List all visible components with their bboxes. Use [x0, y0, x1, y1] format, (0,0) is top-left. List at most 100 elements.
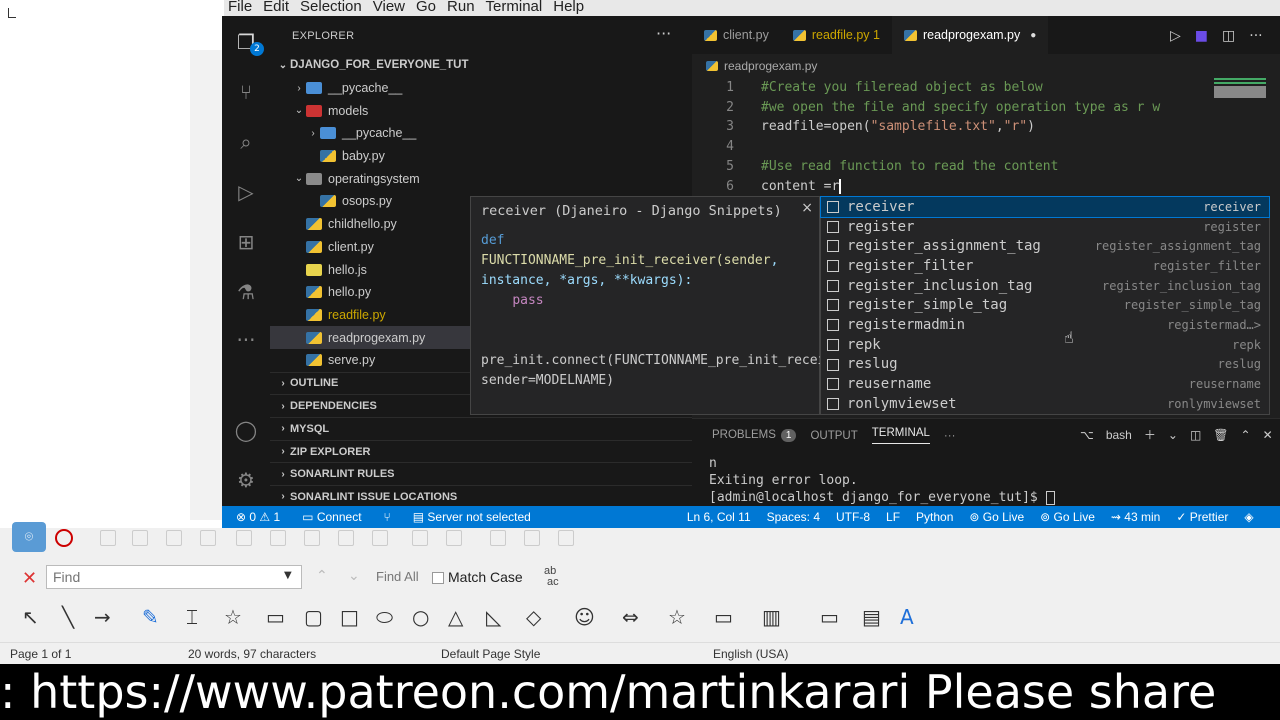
merge-icon[interactable] — [338, 530, 354, 546]
protect-icon[interactable] — [372, 530, 388, 546]
menu-view[interactable]: View — [373, 0, 412, 15]
star-icon[interactable]: ☆ — [668, 605, 686, 629]
find-all-button[interactable]: Find All — [376, 569, 419, 584]
tree-item[interactable]: › __pycache__ — [270, 122, 692, 145]
menu-terminal[interactable]: Terminal — [486, 0, 550, 15]
find-next-icon[interactable]: ⌄ — [348, 568, 360, 584]
editor-tab[interactable]: readprogexam.py ● — [891, 16, 1049, 54]
match-case-checkbox[interactable] — [432, 572, 444, 584]
notifications-icon[interactable]: ◈ — [1236, 510, 1261, 524]
page-count[interactable]: Page 1 of 1 — [10, 647, 71, 661]
find-history-dropdown-icon[interactable]: ▼ — [284, 570, 292, 581]
record-icon[interactable] — [55, 529, 73, 547]
maximize-panel-icon[interactable]: ⌃ — [1241, 428, 1251, 442]
minimap[interactable] — [1214, 78, 1266, 98]
word-count[interactable]: 20 words, 97 characters — [188, 647, 316, 661]
accept-all-icon[interactable] — [236, 530, 252, 546]
status-server[interactable]: ▤ Server not selected — [405, 510, 539, 524]
filter-icon[interactable] — [524, 530, 540, 546]
explorer-more-icon[interactable]: ··· — [656, 24, 671, 43]
suggestion-item[interactable]: registermadmin registermad…> — [821, 315, 1269, 335]
split-terminal-icon[interactable]: ◫ — [1190, 428, 1201, 442]
menu-selection[interactable]: Selection — [300, 0, 369, 15]
status-eol[interactable]: LF — [878, 510, 908, 524]
extensions-icon[interactable]: ⊞ — [234, 230, 258, 254]
status-problems[interactable]: ⊗ 0 ⚠ 1 — [228, 510, 288, 524]
callout-icon[interactable]: ▭ — [714, 605, 733, 629]
reject-icon[interactable] — [200, 530, 216, 546]
next-change-icon[interactable] — [132, 530, 148, 546]
workspace-root[interactable]: ⌄ DJANGO_FOR_EVERYONE_TUT — [270, 54, 692, 77]
sidebar-section[interactable]: › SONARLINT ISSUE LOCATIONS — [270, 485, 692, 508]
tree-item[interactable]: ⌄ models — [270, 99, 692, 122]
more-icon[interactable]: ··· — [234, 328, 258, 352]
tab-terminal[interactable]: TERMINAL — [871, 427, 930, 444]
run-debug-icon[interactable]: ▷ — [234, 180, 258, 204]
suggestion-item[interactable]: register_simple_tag register_simple_tag — [821, 295, 1269, 315]
menu-go[interactable]: Go — [416, 0, 443, 15]
diamond-icon[interactable]: ◇ — [526, 605, 541, 629]
suggestion-item[interactable]: ronlymviewset ronlymviewset — [821, 394, 1269, 414]
suggestion-item[interactable]: reusername reusername — [821, 374, 1269, 394]
circle-icon[interactable]: ○ — [412, 605, 429, 629]
split-editor-icon[interactable]: ◫ — [1222, 28, 1235, 44]
status-timer[interactable]: ⇝ 43 min — [1103, 510, 1168, 524]
pin-icon[interactable]: ⌾ — [12, 522, 46, 552]
find-input[interactable] — [46, 565, 302, 589]
tab-output[interactable]: OUTPUT — [810, 430, 857, 442]
tree-item[interactable]: › __pycache__ — [270, 77, 692, 100]
insert-textbox-icon[interactable]: ▤ — [862, 605, 881, 629]
source-control-icon[interactable]: ⑂ — [234, 80, 258, 104]
settings-gear-icon[interactable]: ⚙ — [234, 468, 258, 492]
block-arrow-icon[interactable]: ⇔ — [622, 605, 639, 629]
run-icon[interactable]: ▷ — [1170, 28, 1181, 44]
document-compare-icon[interactable] — [558, 530, 574, 546]
menu-file[interactable]: File — [228, 0, 259, 15]
suggestion-item[interactable]: register_assignment_tag register_assignme… — [821, 236, 1269, 256]
tree-item[interactable]: ⌄ operatingsystem — [270, 167, 692, 190]
status-branch-icon[interactable]: ⑂ — [376, 510, 399, 524]
accept-icon[interactable] — [166, 530, 182, 546]
status-connect[interactable]: ▭ Connect — [294, 510, 369, 524]
language[interactable]: English (USA) — [713, 647, 788, 661]
editor-tab[interactable]: client.py — [692, 16, 781, 54]
flowchart-icon[interactable]: ▥ — [762, 605, 781, 629]
trash-icon[interactable]: 🗑 — [1213, 428, 1228, 442]
breadcrumb[interactable]: readprogexam.py — [706, 59, 817, 73]
rounded-rect-icon[interactable]: ▢ — [304, 605, 323, 629]
find-previous-icon[interactable]: ⌃ — [316, 568, 328, 584]
status-encoding[interactable]: UTF-8 — [828, 510, 878, 524]
testing-icon[interactable]: ⚗ — [234, 280, 258, 304]
more-actions-icon[interactable]: ··· — [1249, 28, 1262, 44]
compare-icon[interactable] — [304, 530, 320, 546]
sidebar-section[interactable]: › MYSQL — [270, 417, 692, 440]
fontwork-icon[interactable]: ☆ — [224, 605, 242, 629]
reject-all-icon[interactable] — [270, 530, 286, 546]
status-position[interactable]: Ln 6, Col 11 — [679, 510, 759, 524]
text-box-icon[interactable]: ⌶ — [186, 605, 198, 629]
manage-icon[interactable] — [446, 530, 462, 546]
suggestion-item[interactable]: receiver receiver — [820, 196, 1270, 218]
smiley-icon[interactable]: ☺ — [574, 605, 595, 629]
curve-icon[interactable]: ✎ — [142, 605, 159, 629]
square-icon[interactable]: □ — [340, 605, 359, 629]
sidebar-section[interactable]: › ZIP EXPLORER — [270, 439, 692, 463]
chevron-down-icon[interactable]: ⌄ — [1168, 428, 1178, 442]
unsaved-dot-icon[interactable]: ● — [1030, 30, 1036, 41]
suggestion-item[interactable]: repk repk — [821, 335, 1269, 355]
status-prettier[interactable]: ✓ Prettier — [1168, 510, 1236, 524]
new-terminal-icon[interactable]: ＋ — [1144, 426, 1156, 443]
close-icon[interactable]: × — [801, 200, 813, 216]
status-golive-2[interactable]: ⊚ Go Live — [1032, 510, 1103, 524]
tab-problems[interactable]: PROBLEMS 1 — [712, 429, 797, 442]
right-triangle-icon[interactable]: ◺ — [486, 605, 501, 629]
comment-icon[interactable] — [412, 530, 428, 546]
select-arrow-icon[interactable]: ↖ — [22, 605, 39, 629]
terminal-output[interactable]: n Exiting error loop. [admin@localhost d… — [709, 455, 1055, 506]
account-icon[interactable]: ◯ — [234, 418, 258, 442]
close-find-icon[interactable]: ✕ — [22, 568, 37, 589]
sidebar-section[interactable]: › SONARLINT RULES — [270, 462, 692, 485]
menu-edit[interactable]: Edit — [263, 0, 296, 15]
lock-icon[interactable] — [490, 530, 506, 546]
find-replace-icon[interactable]: ab ac — [544, 566, 559, 588]
